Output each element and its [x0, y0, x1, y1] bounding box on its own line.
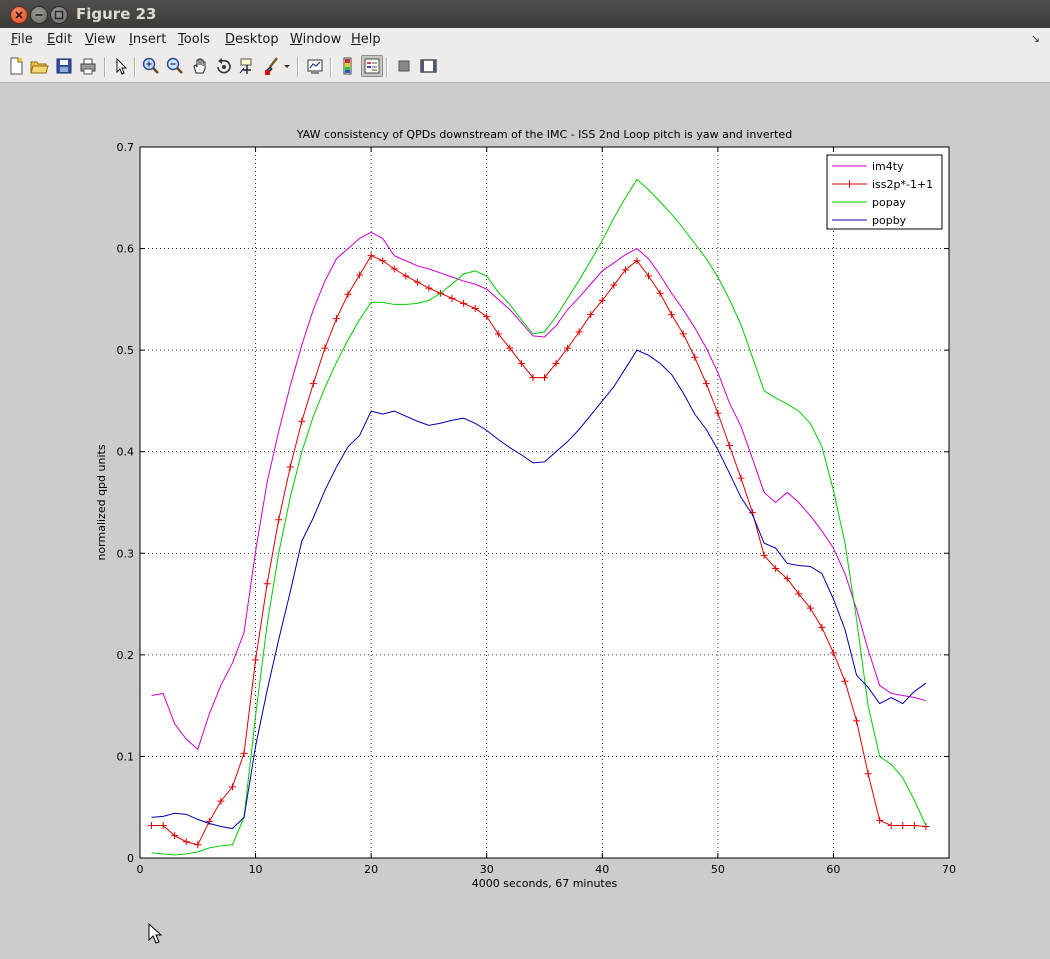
mouse-pointer-icon	[148, 922, 164, 949]
zoom-out-icon	[166, 57, 183, 74]
toolbar-separator	[386, 57, 388, 77]
legend-icon	[364, 58, 380, 74]
x-tick-label: 50	[711, 863, 725, 876]
show-plot-tools-button[interactable]	[418, 56, 438, 76]
zoom-out-button[interactable]	[165, 56, 185, 76]
save-button[interactable]	[54, 56, 74, 76]
x-tick-label: 40	[595, 863, 609, 876]
x-tick-label: 30	[480, 863, 494, 876]
legend-entry: im4ty	[872, 160, 904, 173]
close-icon	[15, 11, 23, 19]
link-plot-button[interactable]	[305, 56, 325, 76]
data-cursor-icon	[239, 58, 252, 74]
y-tick-label: 0.2	[117, 649, 135, 662]
brush-dropdown-button[interactable]	[282, 56, 292, 76]
colorbar-icon	[343, 57, 352, 75]
menu-insert[interactable]: Insert	[129, 32, 166, 47]
link-plot-icon	[307, 59, 323, 74]
legend-entry: iss2p*-1+1	[872, 178, 933, 191]
toolbar-separator	[104, 57, 106, 77]
maximize-window-button[interactable]	[50, 6, 68, 24]
y-tick-label: 0.1	[117, 750, 135, 763]
edit-plot-button[interactable]	[111, 56, 131, 76]
show-plot-tools-icon	[420, 59, 437, 73]
y-tick-label: 0.7	[117, 141, 135, 154]
new-figure-button[interactable]	[6, 56, 26, 76]
insert-legend-button[interactable]	[361, 55, 383, 77]
rotate-3d-button[interactable]	[214, 56, 234, 76]
close-window-button[interactable]	[10, 6, 28, 24]
x-axis-label: 4000 seconds, 67 minutes	[472, 877, 618, 890]
x-tick-label: 10	[249, 863, 263, 876]
maximize-icon	[54, 10, 64, 20]
y-tick-label: 0.5	[117, 344, 135, 357]
pan-button[interactable]	[190, 56, 210, 76]
chart-title: YAW consistency of QPDs downstream of th…	[296, 128, 792, 141]
menu-window[interactable]: Window	[290, 32, 341, 47]
y-tick-label: 0	[127, 852, 134, 865]
x-tick-label: 0	[137, 863, 144, 876]
print-icon	[80, 58, 96, 75]
brush-button[interactable]	[262, 56, 282, 76]
save-icon	[56, 58, 72, 74]
menu-desktop[interactable]: Desktop	[225, 32, 279, 47]
hide-plot-tools-button[interactable]	[394, 56, 414, 76]
plot-svg: 0 10 20 30 40 50 60 70 0 0.1 0.2 0.3 0.4 0.5 0.6 0.7 YA…	[95, 128, 956, 890]
minimize-icon	[35, 14, 43, 16]
x-tick-label: 60	[826, 863, 840, 876]
dock-arrow-icon[interactable]: ↘	[1031, 32, 1040, 45]
toolbar-separator	[330, 57, 332, 77]
figure-toolbar	[0, 52, 1050, 83]
x-tick-label: 70	[942, 863, 956, 876]
axes-background[interactable]	[139, 146, 950, 859]
open-file-button[interactable]	[29, 56, 49, 76]
menu-view[interactable]: View	[85, 32, 116, 47]
hide-plot-tools-icon	[398, 60, 410, 72]
zoom-in-button[interactable]	[141, 56, 161, 76]
legend-entry: popby	[872, 214, 907, 227]
menu-help[interactable]: Help	[351, 32, 381, 47]
x-tick-label: 20	[364, 863, 378, 876]
y-tick-label: 0.4	[117, 446, 135, 459]
menu-bar: File Edit View Insert Tools Desktop Wind…	[0, 28, 1050, 53]
figure-canvas[interactable]: 0 10 20 30 40 50 60 70 0 0.1 0.2 0.3 0.4 0.5 0.6 0.7 YA…	[4, 83, 1046, 955]
zoom-in-icon	[142, 57, 159, 74]
print-button[interactable]	[78, 56, 98, 76]
rotate-3d-icon	[217, 58, 231, 74]
title-bar[interactable]: Figure 23	[0, 0, 1050, 28]
menu-edit[interactable]: Edit	[47, 32, 72, 47]
y-tick-label: 0.3	[117, 547, 135, 560]
menu-tools[interactable]: Tools	[178, 32, 210, 47]
window-title: Figure 23	[76, 5, 157, 23]
toolbar-separator	[297, 57, 299, 77]
pan-icon	[193, 58, 206, 74]
y-tick-label: 0.6	[117, 243, 135, 256]
toolbar-separator	[134, 57, 136, 77]
data-cursor-button[interactable]	[238, 56, 258, 76]
legend-entry: popay	[872, 196, 906, 209]
y-axis-label: normalized qpd units	[95, 444, 108, 560]
new-figure-icon	[10, 57, 23, 75]
insert-colorbar-button[interactable]	[338, 56, 358, 76]
brush-icon	[265, 57, 278, 75]
menu-file[interactable]: File	[11, 32, 33, 47]
minimize-window-button[interactable]	[30, 6, 48, 24]
open-file-icon	[30, 61, 49, 74]
figure-window: Figure 23 File Edit View Insert Tools De…	[0, 0, 1050, 959]
edit-plot-icon	[116, 57, 128, 75]
legend[interactable]: im4ty iss2p*-1+1 popay popby	[826, 154, 943, 230]
brush-dropdown-icon	[284, 65, 290, 68]
